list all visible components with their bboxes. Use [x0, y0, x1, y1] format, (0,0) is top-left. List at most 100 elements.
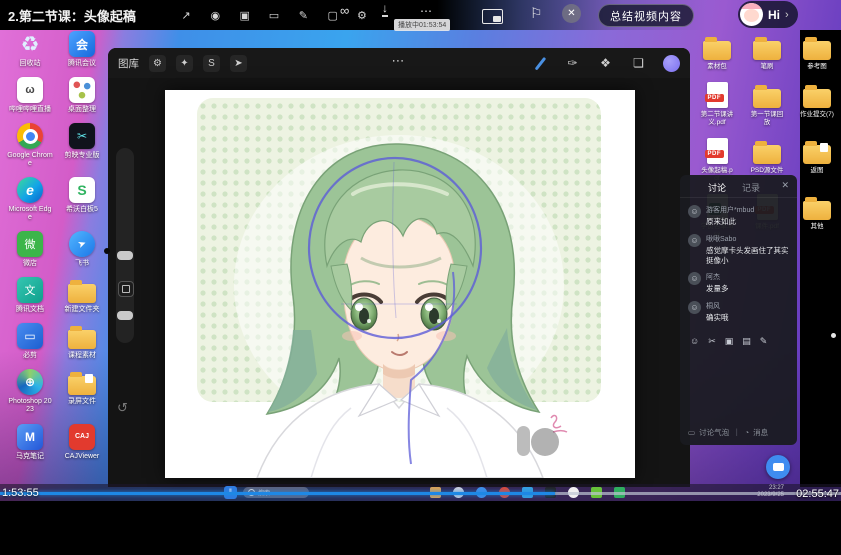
screen-icon[interactable]: ▭: [266, 9, 282, 22]
close-circle-icon[interactable]: ✕: [562, 4, 581, 23]
desktop-icon-edge: eMicrosoft Edge: [5, 177, 55, 222]
edge-icon: e: [17, 177, 43, 203]
bubble-icon: ▭: [688, 428, 695, 437]
brush-size-slider: [117, 251, 133, 260]
plane-icon: ➤: [69, 231, 95, 257]
procreate-window: 图库 ⚙✦S➤ ⋯ ✑❖❏ ↺: [108, 48, 690, 487]
snip-icon[interactable]: ↗: [178, 9, 194, 22]
brush-icon: [532, 55, 548, 71]
transform-arrow-icon: ➤: [230, 55, 247, 72]
folder-icon: [753, 89, 781, 108]
folder-icon: [753, 41, 781, 60]
chat-message: ☺啾啾Sabo感觉摩卡头发画住了其实挺像小: [680, 227, 797, 266]
tab-discussion[interactable]: 讨论: [708, 181, 726, 194]
tealdoc-icon: 文: [17, 277, 43, 303]
player-topbar: 2.第二节课：头像起稿 ↗◉▣▭✎▢⚙ ∞ ↓ ⋯ 播放中01:53:54 ⚐ …: [0, 0, 841, 30]
desktop-icon-folderopen: 录屏文件: [57, 369, 107, 414]
indicator-dot: [831, 333, 836, 338]
bubble-toggle-label[interactable]: 讨论气泡: [699, 427, 729, 438]
greenapp-icon: 微: [17, 231, 43, 257]
download-icon[interactable]: ↓: [382, 2, 388, 17]
chevron-right-icon: ›: [785, 9, 789, 21]
discussion-header: 讨论 记录 ✕: [680, 175, 797, 198]
chat-avatar: ☺: [688, 205, 701, 218]
current-time: 1:53:55: [2, 487, 39, 499]
chat-avatar: ☺: [688, 272, 701, 285]
sidebar-handle-dot: [104, 248, 110, 254]
bluescreen-icon: ▭: [17, 323, 43, 349]
desktop-icon-greenapp: 微微店: [5, 231, 55, 268]
image-icon[interactable]: ▣: [725, 336, 734, 347]
jianying-icon: ✂: [69, 123, 95, 149]
recorder-icon[interactable]: ▣: [237, 9, 253, 22]
settings-icon[interactable]: ⚙: [354, 9, 370, 22]
desktop-icon-folder: 素材包: [692, 34, 742, 70]
recycle-icon: ♻: [17, 31, 43, 57]
share-icon[interactable]: ∞: [340, 3, 349, 18]
brush-opacity-slider: [117, 311, 133, 320]
summarize-video-button[interactable]: 总结视频内容: [598, 4, 694, 27]
note-icon[interactable]: ✎: [760, 336, 768, 347]
canvas-more-icon: ⋯: [392, 53, 407, 69]
playing-tooltip: 播放中01:53:54: [394, 19, 450, 31]
globe-icon: ⊕: [17, 369, 43, 395]
folder-icon: [803, 201, 831, 220]
smudge-icon: ✑: [564, 55, 581, 72]
desktop-icon-folderopen: 返图: [792, 138, 841, 182]
chat-message: ☺游客用户*mbud原来如此: [680, 198, 797, 227]
message-setting-label[interactable]: 消息: [753, 427, 768, 438]
desktop-icon-pdf: PDF第二节课讲义.pdf: [692, 82, 742, 126]
procreate-left-tools: ⚙ ✦ S ➤: [149, 55, 247, 72]
desktop-icon-folder: 笔刷: [742, 34, 792, 70]
region-icon[interactable]: ▢: [325, 9, 341, 22]
seekbar[interactable]: [0, 492, 841, 495]
total-time: 02:55:47: [796, 488, 839, 500]
drawing-canvas: [165, 90, 635, 478]
desktop-icon-globe: ⊕Photoshop 2023: [5, 369, 55, 414]
footer-divider: ｜: [733, 427, 741, 438]
avatar: [740, 3, 763, 26]
actions-wrench-icon: ⚙: [149, 55, 166, 72]
pdf-icon: PDF: [707, 82, 728, 108]
desktop-icon-folder: 其他: [792, 194, 841, 238]
chat-message: ☺桐风确实哦: [680, 294, 797, 323]
chrome-icon: [17, 123, 43, 149]
folderopen-icon: [803, 145, 831, 164]
desktop-icon-folder: 课程素材: [57, 323, 107, 360]
pen-icon[interactable]: ✎: [295, 9, 311, 22]
selection-icon: S: [203, 55, 220, 72]
folder-icon: [703, 41, 731, 60]
flag-icon[interactable]: ⚐: [530, 5, 543, 22]
desktop-icon-meeting: 会腾讯会议: [57, 31, 107, 68]
folder-icon: [68, 330, 96, 349]
color-swatch: [663, 55, 680, 72]
chat-avatar: ☺: [688, 301, 701, 314]
more-icon[interactable]: ⋯: [420, 4, 433, 18]
procreate-right-tools: ✑❖❏: [532, 48, 680, 78]
float-help-button[interactable]: [766, 455, 790, 479]
pip-icon[interactable]: [482, 9, 503, 24]
account-pill[interactable]: Hi ›: [738, 1, 798, 28]
cut-icon[interactable]: ✂: [708, 336, 716, 347]
tab-notes[interactable]: 记录: [742, 181, 760, 194]
mblue-icon: M: [17, 424, 43, 450]
desktop-icon-plane: ➤飞书: [57, 231, 107, 268]
pdf-icon: PDF: [707, 138, 728, 164]
desktop-icon-recycle: ♻回收站: [5, 31, 55, 68]
camera-icon[interactable]: ◉: [207, 9, 223, 22]
undo-icon: ↺: [117, 400, 128, 416]
screenshot-icon[interactable]: ▤: [742, 336, 751, 347]
cat-icon: ω: [17, 77, 43, 103]
chat-message-list: ☺游客用户*mbud原来如此☺啾啾Sabo感觉摩卡头发画住了其实挺像小☺阿杰发量…: [680, 198, 797, 323]
meeting-icon: 会: [69, 31, 95, 57]
desktop-icon-folder: 作业提交(7): [792, 82, 841, 126]
discussion-panel: 讨论 记录 ✕ ☺游客用户*mbud原来如此☺啾啾Sabo感觉摩卡头发画住了其实…: [680, 175, 797, 445]
close-icon[interactable]: ✕: [781, 180, 789, 191]
emoji-icon[interactable]: ☺: [690, 336, 699, 347]
chat-message: ☺阿杰发量多: [680, 265, 797, 294]
seekbar-fill: [0, 492, 555, 495]
adjustments-wand-icon: ✦: [176, 55, 193, 72]
modify-button: [118, 281, 134, 297]
chat-footer: ▭ 讨论气泡 ｜ ◔ 消息: [688, 427, 789, 438]
desktop-icon-mblue: M马克笔记: [5, 424, 55, 461]
